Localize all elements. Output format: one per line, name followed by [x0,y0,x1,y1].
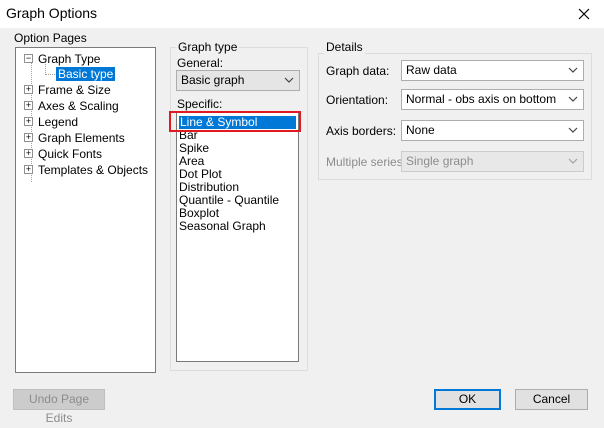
multiple-series-dropdown: Single graph [401,151,584,172]
expand-icon[interactable]: + [24,133,33,142]
chevron-down-icon [284,77,294,83]
undo-page-edits-button: Undo Page Edits [13,389,105,425]
close-button[interactable] [574,4,594,24]
list-item[interactable]: Seasonal Graph [179,220,266,233]
chevron-down-icon [568,96,578,102]
tree-item-label: Basic type [56,67,116,81]
chevron-down-icon [568,158,578,164]
details-label: Details [324,40,365,54]
tree-item-label: Legend [38,115,79,129]
collapse-icon[interactable]: − [24,54,33,63]
tree-item-label: Graph Type [38,52,101,66]
cancel-button[interactable]: Cancel [515,389,588,410]
graph-data-value: Raw data [406,63,457,77]
multiple-series-value: Single graph [406,154,474,168]
general-label: General: [177,56,224,70]
multiple-series-label: Multiple series: [326,155,407,169]
axis-borders-value: None [406,123,435,137]
highlight-box [169,111,301,132]
tree-item-basic-type[interactable]: Basic type [56,66,116,82]
graph-data-dropdown[interactable]: Raw data [401,60,584,81]
expand-icon[interactable]: + [24,85,33,94]
orientation-value: Normal - obs axis on bottom [406,92,557,106]
graph-type-label: Graph type [176,40,240,54]
close-icon [578,8,590,20]
option-pages-label: Option Pages [14,31,87,45]
window-title: Graph Options [6,5,98,21]
chevron-down-icon [568,127,578,133]
tree-item-label: Quick Fonts [38,147,103,161]
expand-icon[interactable]: + [24,165,33,174]
expand-icon[interactable]: + [24,117,33,126]
orientation-dropdown[interactable]: Normal - obs axis on bottom [401,89,584,110]
orientation-label: Orientation: [326,93,389,107]
axis-borders-label: Axis borders: [326,124,397,138]
expand-icon[interactable]: + [24,101,33,110]
tree-line [45,74,55,75]
specific-listbox[interactable]: Line & Symbol Bar Spike Area Dot Plot Di… [176,112,299,362]
specific-label: Specific: [177,97,223,111]
tree-item-label: Templates & Objects [38,163,149,177]
tree-item-label: Graph Elements [38,131,125,145]
tree-item-label: Axes & Scaling [38,99,119,113]
ok-button[interactable]: OK [434,389,501,410]
tree-item-label: Frame & Size [38,83,111,97]
axis-borders-dropdown[interactable]: None [401,120,584,141]
expand-icon[interactable]: + [24,149,33,158]
option-pages-tree[interactable]: − Graph Type Basic type + Frame & Size +… [15,47,156,373]
title-bar: Graph Options [0,0,604,28]
general-dropdown[interactable]: Basic graph [176,70,300,91]
chevron-down-icon [568,67,578,73]
general-value: Basic graph [181,73,245,87]
graph-data-label: Graph data: [326,64,390,78]
